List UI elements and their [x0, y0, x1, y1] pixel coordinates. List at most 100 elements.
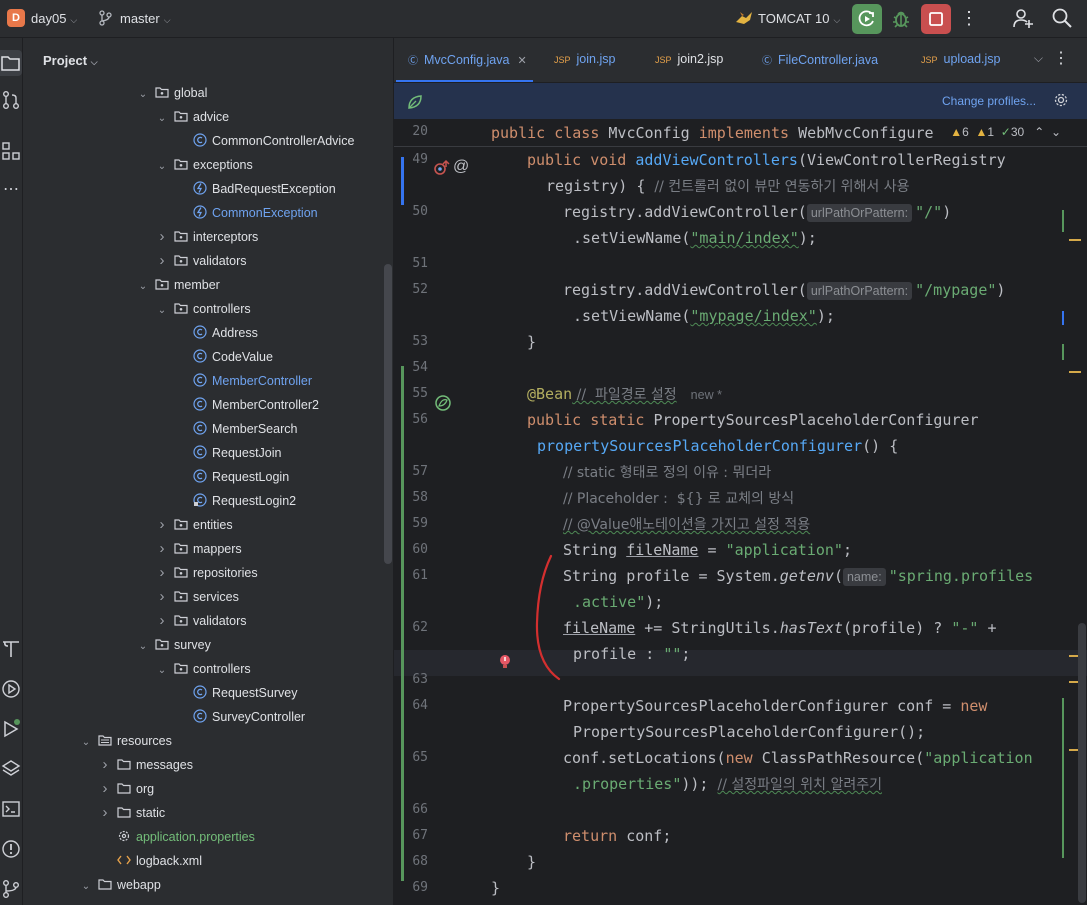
maven-tool-button[interactable]: [0, 637, 22, 659]
git-icon: [3, 880, 19, 898]
debug-button[interactable]: [888, 6, 914, 32]
branch-selector[interactable]: master ⌵: [120, 11, 171, 26]
tree-item[interactable]: › validators: [156, 609, 247, 633]
tab-filecontroller[interactable]: Ⓒ FileController.java: [762, 52, 878, 72]
chevron-right-icon[interactable]: ›: [156, 225, 168, 249]
more-actions-icon[interactable]: ⋮: [1053, 48, 1069, 68]
chevron-down-icon[interactable]: ⌄: [137, 635, 149, 659]
project-tool-button[interactable]: [0, 50, 22, 76]
tree-item[interactable]: MemberSearch: [175, 417, 297, 441]
tree-item[interactable]: › interceptors: [156, 225, 259, 249]
tree-item[interactable]: ⌄ global: [137, 81, 208, 107]
problems-tool-button[interactable]: [0, 838, 22, 860]
more-tools-icon[interactable]: ⋯: [0, 179, 22, 201]
search-icon[interactable]: [1051, 7, 1073, 29]
tree-item[interactable]: ⌄ exceptions: [156, 153, 253, 177]
tree-item[interactable]: ⌄ controllers: [156, 657, 251, 681]
project-selector[interactable]: day05 ⌵: [31, 11, 77, 26]
tree-item[interactable]: ⌄ member: [137, 273, 220, 297]
tree-item[interactable]: RequestJoin: [175, 441, 282, 465]
tree-item[interactable]: › validators: [156, 249, 247, 273]
chevron-down-icon[interactable]: ⌄: [1051, 125, 1061, 139]
run-tool-button[interactable]: [0, 718, 22, 740]
annotation-at-icon[interactable]: @: [453, 158, 469, 176]
tree-item[interactable]: application.properties: [99, 825, 255, 849]
chevron-down-icon[interactable]: ⌄: [156, 659, 168, 683]
editor-scrollbar[interactable]: [1078, 623, 1086, 903]
add-user-icon[interactable]: [1012, 7, 1034, 29]
rerun-button[interactable]: [852, 4, 882, 34]
layers-tool-button[interactable]: [0, 758, 22, 780]
tree-item[interactable]: › static: [99, 801, 166, 825]
chevron-up-icon[interactable]: ⌃: [1034, 125, 1044, 139]
tab-join-jsp[interactable]: JSP join.jsp: [554, 52, 615, 72]
tree-item[interactable]: › org: [99, 777, 155, 801]
chevron-right-icon[interactable]: ›: [156, 249, 168, 273]
chevron-down-icon[interactable]: ⌄: [156, 107, 168, 131]
gear-icon[interactable]: [1053, 92, 1069, 108]
tree-item[interactable]: › services: [156, 585, 239, 609]
chevron-down-icon[interactable]: ⌄: [156, 299, 168, 323]
chevron-right-icon[interactable]: ›: [156, 561, 168, 585]
chevron-right-icon[interactable]: ›: [156, 585, 168, 609]
tree-item[interactable]: ⌄ resources: [80, 729, 172, 753]
tree-item[interactable]: › messages: [99, 753, 193, 777]
tab-mvcconfig[interactable]: Ⓒ MvcConfig.java ✕: [396, 52, 533, 82]
chevron-down-icon[interactable]: ⌄: [80, 875, 92, 899]
tree-item[interactable]: RequestSurvey: [175, 681, 297, 705]
tree-item[interactable]: › repositories: [156, 561, 258, 585]
run-configuration-selector[interactable]: TOMCAT 10 ⌵: [758, 11, 840, 26]
close-icon[interactable]: ✕: [517, 55, 526, 67]
git-tool-button[interactable]: [0, 878, 22, 900]
structure-tool-button[interactable]: [0, 140, 22, 162]
chevron-down-icon[interactable]: ⌄: [137, 83, 149, 107]
tree-item[interactable]: SurveyController: [175, 705, 305, 729]
tab-join2-jsp[interactable]: JSP join2.jsp: [655, 52, 723, 72]
tree-item[interactable]: RequestLogin2: [175, 489, 296, 513]
tree-item[interactable]: › entities: [156, 513, 233, 537]
chevron-right-icon[interactable]: ›: [99, 753, 111, 777]
bean-icon[interactable]: [434, 394, 452, 412]
stop-button[interactable]: [921, 4, 951, 34]
tree-item[interactable]: ⌄ controllers: [156, 297, 251, 321]
tree-item[interactable]: › mappers: [156, 537, 242, 561]
tree-item[interactable]: RequestLogin: [175, 465, 289, 489]
chevron-right-icon[interactable]: ›: [156, 537, 168, 561]
project-panel-header[interactable]: Project ⌵: [43, 53, 98, 68]
chevron-down-icon[interactable]: ⌄: [137, 275, 149, 299]
chevron-right-icon[interactable]: ›: [99, 777, 111, 801]
project-badge[interactable]: D: [7, 9, 25, 27]
tree-item[interactable]: BadRequestException: [175, 177, 336, 201]
tree-item[interactable]: CommonException: [175, 201, 318, 225]
intention-bulb-icon[interactable]: [498, 653, 512, 671]
warning-stripe-marker[interactable]: [1069, 239, 1081, 241]
tree-item[interactable]: ⌄ advice: [156, 105, 229, 129]
tree-item[interactable]: Address: [175, 321, 258, 345]
terminal-tool-button[interactable]: [0, 798, 22, 820]
tree-item[interactable]: ⌄ survey: [137, 633, 211, 657]
tree-item[interactable]: CodeValue: [175, 345, 273, 369]
tree-item-label: validators: [193, 254, 247, 268]
more-actions-icon[interactable]: ⋮: [960, 8, 978, 30]
override-method-icon[interactable]: [432, 158, 452, 178]
change-profiles-link[interactable]: Change profiles...: [942, 94, 1036, 108]
inspection-widget[interactable]: ▲6 ▲1 ✓30 ⌃ ⌄: [950, 125, 1061, 139]
chevron-right-icon[interactable]: ›: [156, 609, 168, 633]
project-tree-scrollbar[interactable]: [384, 264, 392, 564]
warning-stripe-marker[interactable]: [1069, 371, 1081, 373]
tree-item[interactable]: CommonControllerAdvice: [175, 129, 354, 153]
chevron-right-icon[interactable]: ›: [156, 513, 168, 537]
package-icon: [174, 563, 188, 578]
tree-item[interactable]: ⌄ webapp: [80, 873, 161, 897]
tree-item[interactable]: logback.xml: [99, 849, 202, 873]
tabs-dropdown-icon[interactable]: ⌵: [1034, 51, 1043, 66]
chevron-right-icon[interactable]: ›: [99, 801, 111, 825]
tree-item[interactable]: MemberController: [175, 369, 312, 393]
chevron-down-icon[interactable]: ⌄: [156, 155, 168, 179]
commit-tool-button[interactable]: [0, 89, 22, 111]
services-tool-button[interactable]: [0, 678, 22, 700]
folder-icon: [117, 779, 131, 794]
tab-upload-jsp[interactable]: JSP upload.jsp: [921, 52, 1001, 72]
tree-item[interactable]: MemberController2: [175, 393, 319, 417]
chevron-down-icon[interactable]: ⌄: [80, 731, 92, 755]
